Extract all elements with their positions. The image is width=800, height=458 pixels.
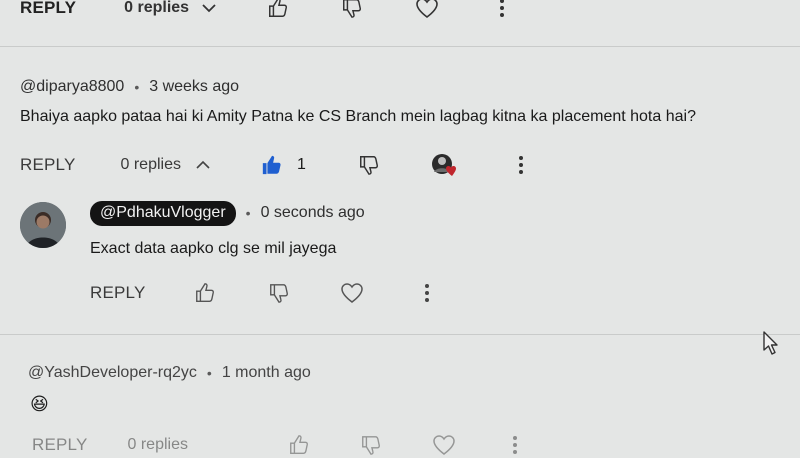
comment-timestamp[interactable]: 1 month ago bbox=[222, 364, 311, 382]
thumbs-up-icon[interactable] bbox=[267, 0, 289, 19]
comment-text: Bhaiya aapko pataa hai ki Amity Patna ke… bbox=[20, 108, 696, 125]
creator-heart-icon[interactable] bbox=[430, 152, 460, 178]
chevron-down-icon[interactable] bbox=[201, 2, 217, 14]
thumbs-up-filled-icon[interactable] bbox=[261, 154, 283, 176]
thumbs-down-icon[interactable] bbox=[268, 282, 290, 304]
replies-count-label: 0 replies bbox=[120, 156, 181, 173]
reply-button[interactable]: REPLY bbox=[20, 155, 76, 175]
thumbs-up-icon[interactable] bbox=[194, 282, 216, 304]
comment-author-handle[interactable]: @diparya8800 bbox=[20, 78, 124, 96]
comment-header: @diparya8800 • 3 weeks ago bbox=[20, 76, 239, 98]
heart-icon[interactable] bbox=[340, 282, 364, 304]
separator-dot: • bbox=[245, 205, 251, 221]
reply-text: Exact data aapko clg se mil jayega bbox=[90, 240, 337, 257]
comment-actions: REPLY 0 replies 1 bbox=[20, 152, 524, 178]
replies-count-label: 0 replies bbox=[127, 436, 188, 453]
heart-icon[interactable] bbox=[415, 0, 439, 19]
reply-timestamp[interactable]: 0 seconds ago bbox=[261, 204, 365, 222]
reply-button[interactable]: REPLY bbox=[32, 435, 88, 455]
heart-icon[interactable] bbox=[432, 434, 456, 456]
thumbs-down-icon[interactable] bbox=[360, 434, 382, 456]
more-options-icon[interactable] bbox=[499, 0, 505, 18]
chevron-up-icon[interactable] bbox=[195, 159, 211, 171]
more-options-icon[interactable] bbox=[518, 155, 524, 175]
divider bbox=[0, 334, 800, 335]
reply-actions: REPLY bbox=[90, 280, 430, 306]
thumbs-up-icon[interactable] bbox=[288, 434, 310, 456]
replies-toggle[interactable]: 0 replies bbox=[128, 436, 188, 454]
reply-button[interactable]: REPLY bbox=[20, 0, 76, 18]
mouse-cursor-icon bbox=[762, 330, 780, 356]
comment-author-handle[interactable]: @YashDeveloper-rq2yc bbox=[28, 364, 197, 382]
comment-emoji: 😆 bbox=[30, 394, 49, 414]
reply-button[interactable]: REPLY bbox=[90, 283, 146, 303]
avatar[interactable] bbox=[20, 202, 66, 248]
more-options-icon[interactable] bbox=[512, 435, 518, 455]
thumbs-down-icon[interactable] bbox=[358, 154, 380, 176]
comment-actions: REPLY 0 replies bbox=[32, 432, 518, 458]
replies-count-label: 0 replies bbox=[124, 0, 190, 16]
thumbs-down-icon[interactable] bbox=[341, 0, 363, 19]
replies-toggle[interactable]: 0 replies bbox=[124, 0, 189, 17]
separator-dot: • bbox=[134, 79, 140, 95]
divider bbox=[0, 46, 800, 47]
author-handle-badge[interactable]: @PdhakuVlogger bbox=[90, 200, 236, 226]
like-count: 1 bbox=[296, 156, 306, 173]
replies-toggle[interactable]: 0 replies bbox=[121, 156, 181, 174]
reply-header: @PdhakuVlogger • 0 seconds ago bbox=[90, 200, 365, 226]
previous-comment-actions: REPLY 0 replies bbox=[20, 0, 505, 22]
comment-timestamp[interactable]: 3 weeks ago bbox=[149, 78, 239, 96]
more-options-icon[interactable] bbox=[424, 283, 430, 303]
comment-header: @YashDeveloper-rq2yc • 1 month ago bbox=[28, 362, 311, 384]
separator-dot: • bbox=[206, 365, 212, 381]
